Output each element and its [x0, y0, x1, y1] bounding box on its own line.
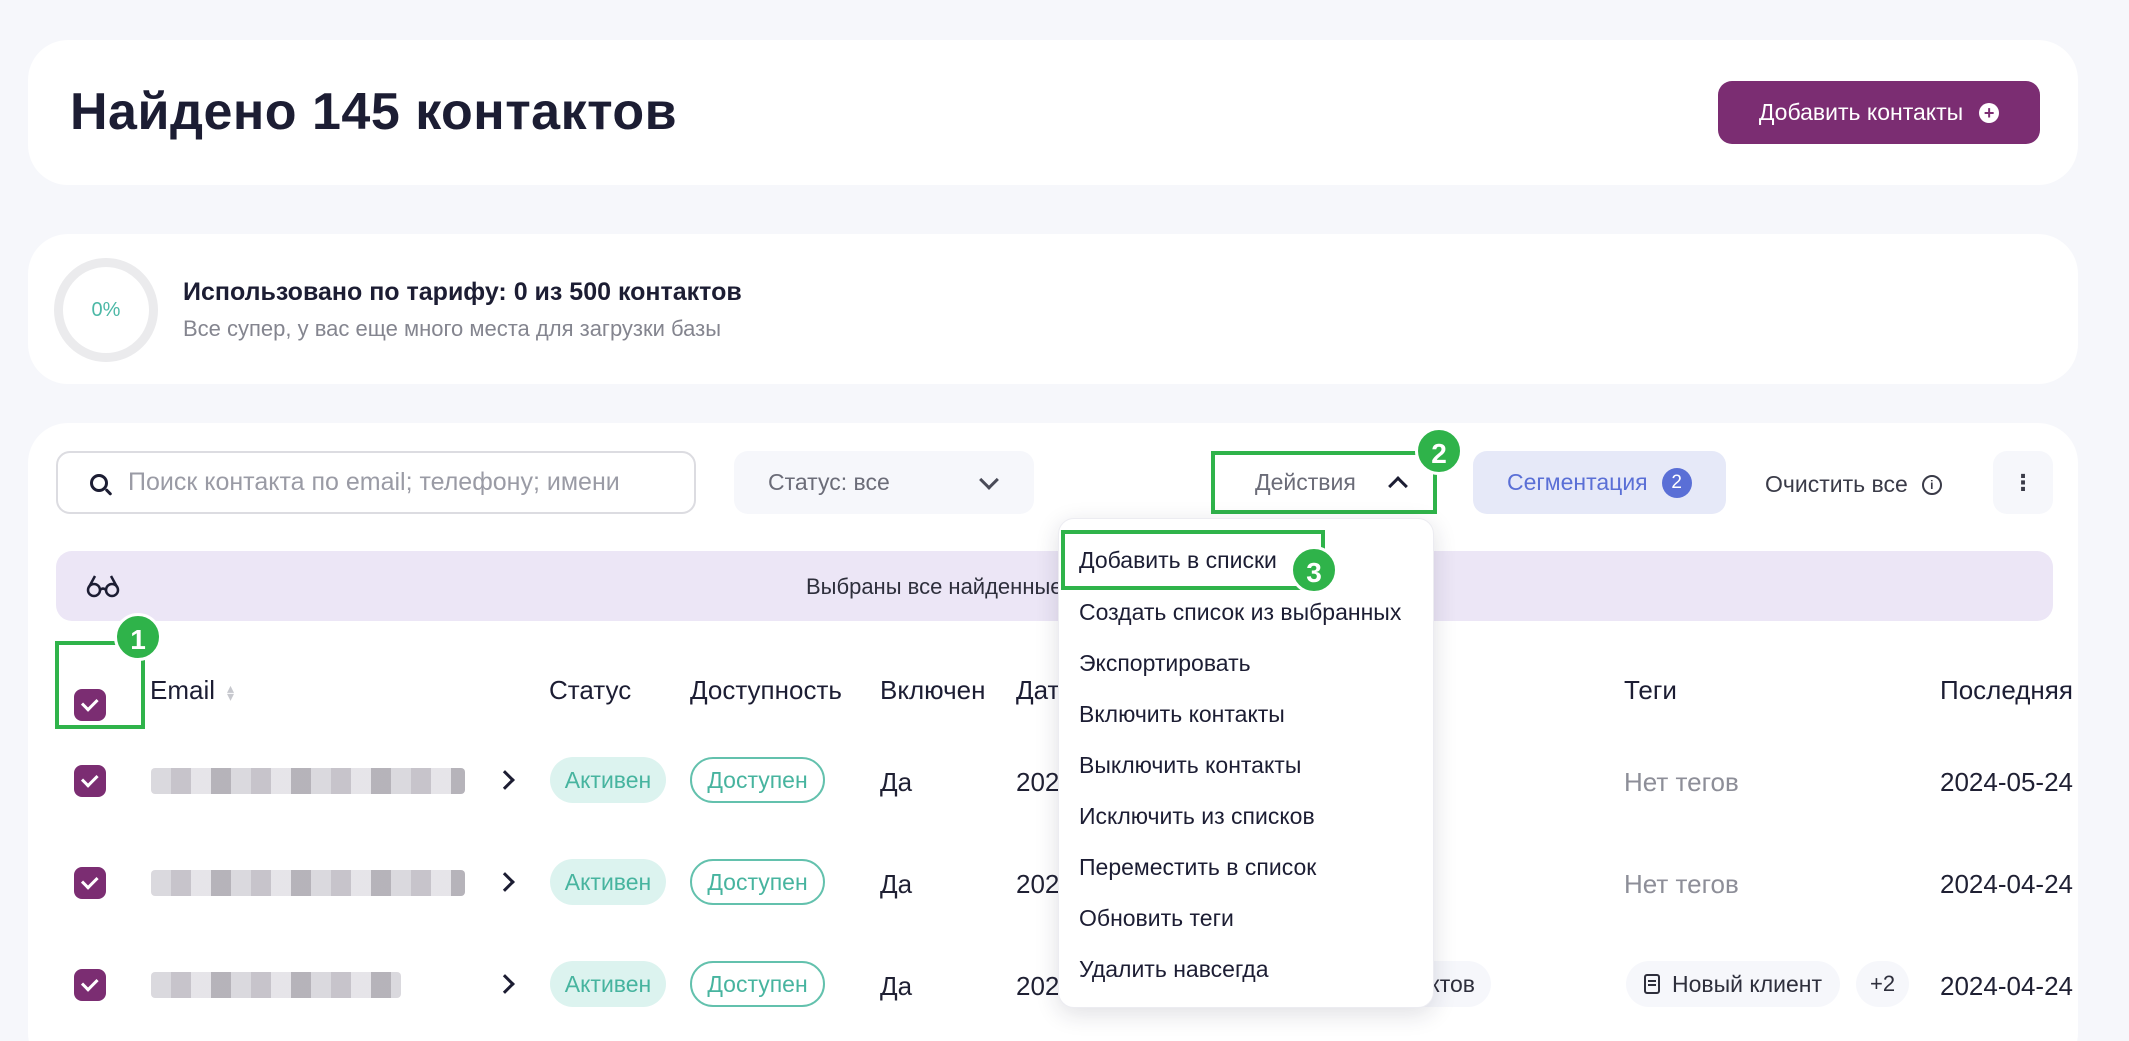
chevron-right-icon[interactable] [495, 974, 515, 994]
status-filter-select[interactable]: Статус: все [734, 451, 1034, 514]
tag-label: Новый клиент [1672, 970, 1823, 997]
row-checkbox[interactable] [74, 969, 106, 1001]
email-redacted [151, 972, 401, 998]
chevron-up-icon [1388, 476, 1408, 496]
column-email[interactable]: Email ▴ ▾ [150, 675, 234, 706]
enabled-value: Да [880, 869, 913, 899]
menu-item-exclude-from-lists[interactable]: Исключить из списков [1079, 803, 1315, 830]
menu-item-export[interactable]: Экспортировать [1079, 650, 1251, 677]
page-title: Найдено 145 контактов [70, 83, 678, 141]
sort-icon: ▴ ▾ [227, 680, 235, 705]
segmentation-button[interactable]: Сегментация 2 [1473, 451, 1726, 514]
contacts-table-card: Поиск контакта по email; телефону; имени… [28, 423, 2078, 1041]
tag-note-icon [1644, 974, 1660, 994]
chevron-right-icon[interactable] [495, 872, 515, 892]
chevron-right-icon[interactable] [495, 770, 515, 790]
column-status: Статус [549, 675, 632, 705]
info-icon: i [1921, 474, 1942, 495]
table-header: Email ▴ ▾ Статус Доступность Включен Дата … [56, 645, 2073, 735]
last-activity-value: 2024-05-24 [1940, 767, 2073, 797]
more-options-button[interactable]: ⋮ [1993, 451, 2053, 514]
glasses-icon [86, 575, 120, 598]
add-contacts-button[interactable]: Добавить контакты + [1718, 81, 2040, 144]
status-badge: Активен [550, 961, 666, 1007]
column-last: Последняя [1940, 675, 2073, 705]
row-checkbox[interactable] [74, 765, 106, 797]
plus-circle-icon: + [1979, 102, 2000, 123]
search-placeholder: Поиск контакта по email; телефону; имени [128, 468, 620, 496]
status-badge: Активен [550, 859, 666, 905]
chevron-down-icon [979, 470, 999, 490]
column-tags: Теги [1624, 675, 1677, 705]
email-redacted [151, 870, 465, 896]
last-activity-value: 2024-04-24 [1940, 971, 2073, 1001]
usage-percent: 0% [91, 298, 121, 321]
selection-banner-text: Выбраны все найденные [806, 574, 1063, 599]
segmentation-label: Сегментация [1507, 469, 1648, 495]
table-row[interactable]: Активен Доступен Да 2024- ктов Новый кли… [56, 937, 2073, 1037]
more-tags-badge[interactable]: +2 [1856, 961, 1910, 1007]
clear-all-button[interactable]: Очистить все i [1765, 471, 1942, 498]
status-badge: Активен [550, 757, 666, 803]
usage-progress-ring: 0% [54, 258, 158, 362]
tag-badge: Новый клиент [1626, 961, 1841, 1007]
row-checkbox[interactable] [74, 867, 106, 899]
availability-badge: Доступен [690, 961, 825, 1007]
actions-button[interactable]: Действия [1211, 451, 1437, 514]
table-row[interactable]: Активен Доступен Да 2024- Нет тегов 2024… [56, 835, 2073, 935]
email-redacted [151, 768, 465, 794]
selection-banner: Выбраны все найденные [56, 551, 2053, 621]
usage-subtitle: Все супер, у вас еще много места для заг… [183, 316, 722, 341]
highlight-add-to-lists [1061, 530, 1325, 590]
tags-value: Нет тегов [1624, 767, 1739, 797]
menu-item-delete-forever[interactable]: Удалить навсегда [1079, 956, 1269, 983]
table-row[interactable]: Активен Доступен Да 2024- Нет тегов 2024… [56, 733, 2073, 833]
more-vertical-icon: ⋮ [2012, 469, 2034, 495]
menu-item-disable-contacts[interactable]: Выключить контакты [1079, 752, 1301, 779]
search-input[interactable]: Поиск контакта по email; телефону; имени [56, 451, 696, 514]
menu-item-update-tags[interactable]: Обновить теги [1079, 905, 1234, 932]
enabled-value: Да [880, 767, 913, 797]
clear-all-label: Очистить все [1765, 471, 1908, 497]
segmentation-count-badge: 2 [1661, 467, 1692, 498]
column-email-label: Email [150, 675, 216, 705]
last-activity-value: 2024-04-24 [1940, 869, 2073, 899]
usage-title: Использовано по тарифу: 0 из 500 контакт… [183, 278, 742, 306]
menu-item-move-to-list[interactable]: Переместить в список [1079, 854, 1316, 881]
step-badge-3: 3 [1290, 546, 1338, 594]
header-card: Найдено 145 контактов Добавить контакты … [28, 40, 2078, 185]
step-badge-1: 1 [114, 613, 162, 661]
add-contacts-label: Добавить контакты [1758, 99, 1964, 125]
column-enabled: Включен [880, 675, 986, 705]
column-availability: Доступность [690, 675, 842, 705]
availability-badge: Доступен [690, 859, 825, 905]
usage-card: 0% Использовано по тарифу: 0 из 500 конт… [28, 234, 2078, 384]
tags-value: Нет тегов [1624, 869, 1739, 899]
actions-dropdown-menu: Добавить в списки Создать список из выбр… [1058, 518, 1434, 1008]
menu-item-create-list[interactable]: Создать список из выбранных [1079, 599, 1401, 626]
search-icon [90, 473, 108, 492]
availability-badge: Доступен [690, 757, 825, 803]
enabled-value: Да [880, 971, 913, 1001]
menu-item-enable-contacts[interactable]: Включить контакты [1079, 701, 1285, 728]
status-filter-label: Статус: все [768, 469, 890, 495]
actions-label: Действия [1255, 469, 1356, 495]
step-badge-2: 2 [1415, 427, 1463, 475]
